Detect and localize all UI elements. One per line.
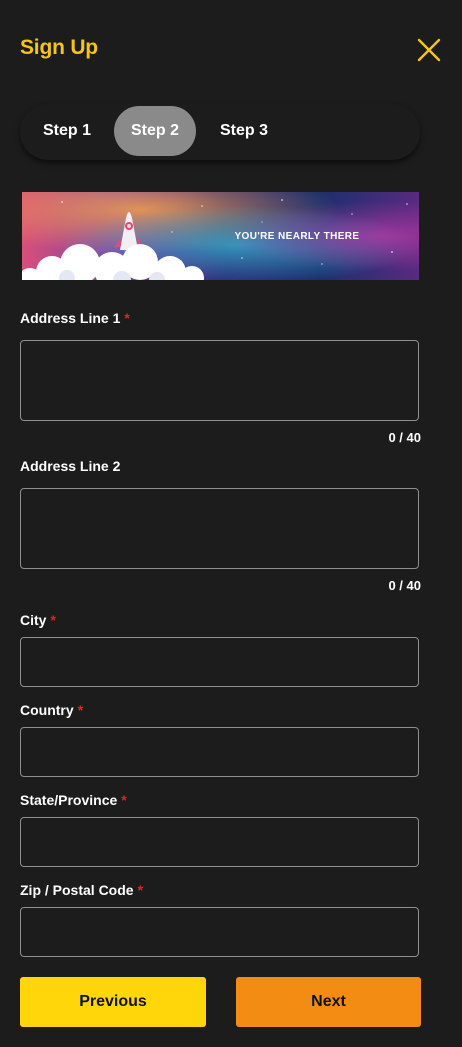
next-button[interactable]: Next xyxy=(236,977,421,1027)
address-line-2-label: Address Line 2 xyxy=(20,458,121,474)
zip-code-input[interactable] xyxy=(20,907,419,957)
country-label: Country * xyxy=(20,702,83,718)
step-2-tab[interactable]: Step 2 xyxy=(114,106,196,156)
close-icon xyxy=(417,38,441,62)
address-line-2-input[interactable] xyxy=(20,488,419,569)
city-label: City * xyxy=(20,612,56,628)
close-button[interactable] xyxy=(416,37,442,63)
address-line-1-counter: 0 / 40 xyxy=(388,430,421,445)
step-indicator: Step 1 Step 2 Step 3 xyxy=(20,104,420,160)
zip-code-label: Zip / Postal Code * xyxy=(20,882,143,898)
step-3-tab[interactable]: Step 3 xyxy=(206,106,282,156)
banner-image: YOU'RE NEARLY THERE xyxy=(22,192,419,280)
address-line-1-label-text: Address Line 1 xyxy=(20,310,121,326)
required-marker: * xyxy=(50,612,56,628)
required-marker: * xyxy=(124,310,130,326)
page-title: Sign Up xyxy=(20,36,98,59)
previous-button[interactable]: Previous xyxy=(20,977,206,1027)
address-line-1-input[interactable] xyxy=(20,340,419,421)
state-province-label-text: State/Province xyxy=(20,792,118,808)
country-label-text: Country xyxy=(20,702,74,718)
zip-code-label-text: Zip / Postal Code xyxy=(20,882,134,898)
banner-text: YOU'RE NEARLY THERE xyxy=(234,231,359,242)
country-input[interactable] xyxy=(20,727,419,777)
address-line-1-label: Address Line 1 * xyxy=(20,310,130,326)
city-input[interactable] xyxy=(20,637,419,687)
state-province-input[interactable] xyxy=(20,817,419,867)
city-label-text: City xyxy=(20,612,47,628)
state-province-label: State/Province * xyxy=(20,792,127,808)
step-1-tab[interactable]: Step 1 xyxy=(28,106,106,156)
required-marker: * xyxy=(77,702,84,718)
required-marker: * xyxy=(137,882,144,898)
required-marker: * xyxy=(121,792,127,808)
address-line-2-counter: 0 / 40 xyxy=(388,578,421,593)
